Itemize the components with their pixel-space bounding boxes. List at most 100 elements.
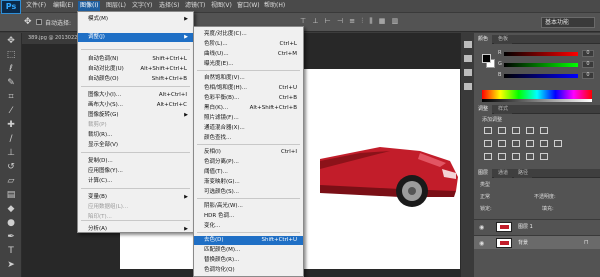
image-menu-item-5[interactable]: 图像大小(I)... Alt+Ctrl+I <box>78 91 193 100</box>
levels-adjust-icon[interactable] <box>498 127 506 134</box>
history-panel-icon[interactable] <box>464 41 472 48</box>
adjust-menu-item-13[interactable]: 阈值(T)... <box>194 168 303 177</box>
image-menu-item-12[interactable]: 应用图像(Y)... <box>78 167 193 176</box>
tab-layers[interactable]: 图层 <box>474 169 493 178</box>
image-menu-item-1[interactable]: 调整(J) ▶ <box>78 33 193 42</box>
image-menu-item-4[interactable]: 自动颜色(O) Shift+Ctrl+B <box>78 75 193 84</box>
channel-slider-b[interactable] <box>504 74 578 78</box>
image-menu-item-13[interactable]: 计算(C)... <box>78 177 193 186</box>
crop-icon[interactable]: ⌗ <box>4 91 18 103</box>
adjust-menu-item-4[interactable]: 自然饱和度(V)... <box>194 74 303 83</box>
visibility-eye-icon[interactable]: ◉ <box>479 224 484 231</box>
tab-channels[interactable]: 通道 <box>494 169 513 178</box>
menu-1[interactable]: 编辑(E) <box>51 1 75 11</box>
image-menu-item-8[interactable]: 裁剪(P) <box>78 121 193 130</box>
properties-panel-icon[interactable] <box>464 55 472 62</box>
adjust-menu-item-16[interactable]: 阴影/高光(W)... <box>194 202 303 211</box>
black-white-adjust-icon[interactable] <box>512 140 520 147</box>
visibility-eye-icon[interactable]: ◉ <box>479 240 484 247</box>
image-menu-item-7[interactable]: 图像旋转(G) ▶ <box>78 111 193 120</box>
tab-paths[interactable]: 路径 <box>514 169 533 178</box>
character-panel-icon[interactable] <box>464 69 472 76</box>
gradient-map-adjust-icon[interactable] <box>526 153 534 160</box>
clone-stamp-icon[interactable]: ⊥ <box>4 147 18 159</box>
adjust-menu-item-20[interactable]: 匹配颜色(M)... <box>194 246 303 255</box>
menu-4[interactable]: 文字(Y) <box>130 1 154 11</box>
color-spectrum[interactable] <box>482 90 592 99</box>
adjust-menu-item-10[interactable]: 颜色查找... <box>194 134 303 143</box>
type-icon[interactable]: T <box>4 245 18 257</box>
adjust-menu-item-21[interactable]: 替换颜色(R)... <box>194 256 303 265</box>
adjust-menu-item-1[interactable]: 色阶(L)... Ctrl+L <box>194 40 303 49</box>
menu-8[interactable]: 窗口(W) <box>235 1 262 11</box>
image-menu-item-2[interactable]: 自动色调(N) Shift+Ctrl+L <box>78 55 193 64</box>
color-lookup-adjust-icon[interactable] <box>554 140 562 147</box>
image-menu-item-6[interactable]: 画布大小(S)... Alt+Ctrl+C <box>78 101 193 110</box>
adjust-menu-item-3[interactable]: 曝光度(E)... <box>194 60 303 69</box>
channel-value-g[interactable]: 0 <box>582 61 594 68</box>
healing-brush-icon[interactable]: ✚ <box>4 119 18 131</box>
gradient-icon[interactable]: ▤ <box>4 189 18 201</box>
adjust-menu-item-8[interactable]: 照片滤镜(F)... <box>194 114 303 123</box>
adjust-menu-item-2[interactable]: 曲线(U)... Ctrl+M <box>194 50 303 59</box>
adjust-menu-item-19[interactable]: 去色(D) Shift+Ctrl+U <box>194 236 303 245</box>
adjust-menu-item-12[interactable]: 色调分离(P)... <box>194 158 303 167</box>
image-menu-item-17[interactable]: 分析(A) ▶ <box>78 225 193 234</box>
adjust-menu-item-6[interactable]: 色彩平衡(B)... Ctrl+B <box>194 94 303 103</box>
brightness-adjust-icon[interactable] <box>484 127 492 134</box>
image-menu-item-0[interactable]: 模式(M) ▶ <box>78 15 193 24</box>
channel-value-r[interactable]: 0 <box>582 50 594 57</box>
tab-color[interactable]: 颜色 <box>474 35 493 44</box>
history-brush-icon[interactable]: ↺ <box>4 161 18 173</box>
lasso-icon[interactable]: ℓ <box>4 63 18 75</box>
curves-adjust-icon[interactable] <box>512 127 520 134</box>
adjust-menu-item-5[interactable]: 色相/饱和度(H)... Ctrl+U <box>194 84 303 93</box>
pen-icon[interactable]: ✒ <box>4 231 18 243</box>
autoselect-checkbox[interactable] <box>36 19 42 25</box>
adjust-menu-item-18[interactable]: 变化... <box>194 222 303 231</box>
brush-icon[interactable]: ∕ <box>4 133 18 145</box>
paragraph-panel-icon[interactable] <box>464 83 472 90</box>
path-select-icon[interactable]: ➤ <box>4 259 18 271</box>
align-icons[interactable]: ⊤ ⊥ ⊢ ⊣ ≡ ⫶ ⫼ ▦ ▥ <box>300 17 400 26</box>
tab-adjustments[interactable]: 调整 <box>474 105 493 114</box>
adjust-menu-item-9[interactable]: 通道混合器(X)... <box>194 124 303 133</box>
channel-slider-g[interactable] <box>504 63 578 67</box>
image-menu-item-11[interactable]: 复制(D)... <box>78 157 193 166</box>
channel-slider-r[interactable] <box>504 52 578 56</box>
eraser-icon[interactable]: ▱ <box>4 175 18 187</box>
posterize-adjust-icon[interactable] <box>498 153 506 160</box>
layer-row[interactable]: ◉ 图层 1 <box>474 219 600 233</box>
foreground-color-swatch[interactable] <box>482 54 491 63</box>
layer-filter-kind[interactable]: 类型 <box>480 181 490 188</box>
menu-7[interactable]: 视图(V) <box>209 1 234 11</box>
quick-select-icon[interactable]: ✎ <box>4 77 18 89</box>
image-menu-item-3[interactable]: 自动对比度(U) Alt+Shift+Ctrl+L <box>78 65 193 74</box>
grayscale-ramp[interactable] <box>482 99 592 102</box>
hue-saturation-adjust-icon[interactable] <box>484 140 492 147</box>
dodge-icon[interactable]: ● <box>4 217 18 229</box>
vibrance-adjust-icon[interactable] <box>540 127 548 134</box>
image-menu-item-15[interactable]: 应用数据组(L)... <box>78 203 193 212</box>
adjust-menu-item-11[interactable]: 反相(I) Ctrl+I <box>194 148 303 157</box>
channel-value-b[interactable]: 0 <box>582 72 594 79</box>
adjust-menu-item-15[interactable]: 可选颜色(S)... <box>194 188 303 197</box>
menu-0[interactable]: 文件(F) <box>24 1 48 11</box>
image-menu-item-9[interactable]: 裁切(R)... <box>78 131 193 140</box>
workspace-select[interactable]: 基本功能 <box>541 17 595 28</box>
menu-2[interactable]: 图像(I) <box>78 1 101 11</box>
blur-icon[interactable]: ◆ <box>4 203 18 215</box>
image-menu-item-10[interactable]: 显示全部(V) <box>78 141 193 150</box>
adjust-menu-item-7[interactable]: 黑白(K)... Alt+Shift+Ctrl+B <box>194 104 303 113</box>
marquee-icon[interactable]: ⬚ <box>4 49 18 61</box>
color-balance-adjust-icon[interactable] <box>498 140 506 147</box>
channel-mixer-adjust-icon[interactable] <box>540 140 548 147</box>
tab-styles[interactable]: 样式 <box>494 105 513 114</box>
tab-swatches[interactable]: 色板 <box>494 35 513 44</box>
menu-9[interactable]: 帮助(H) <box>262 1 287 11</box>
layer-row[interactable]: ◉ 背景 ⊓ <box>474 235 600 249</box>
move-icon[interactable]: ✥ <box>4 35 18 47</box>
photo-filter-adjust-icon[interactable] <box>526 140 534 147</box>
exposure-adjust-icon[interactable] <box>526 127 534 134</box>
menu-5[interactable]: 选择(S) <box>157 1 182 11</box>
